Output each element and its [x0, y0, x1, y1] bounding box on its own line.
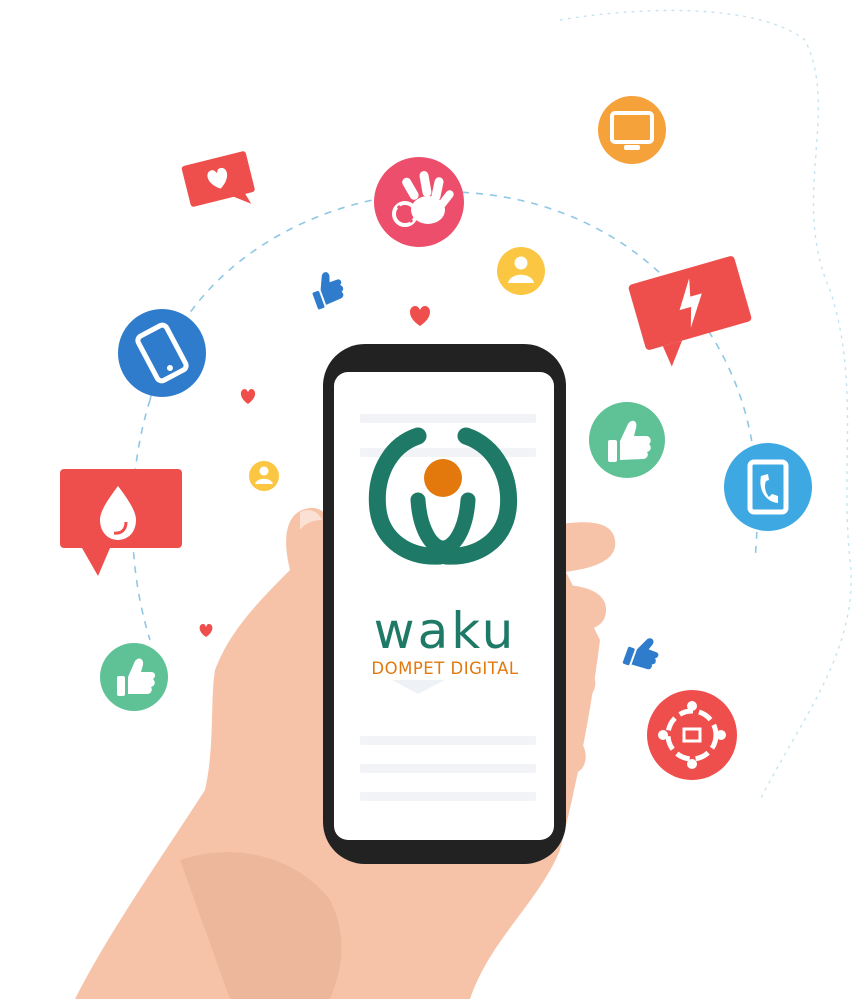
recycle-people-icon — [647, 690, 737, 780]
thumbs-up-icon-lower — [100, 643, 168, 711]
telephone-icon — [724, 443, 812, 531]
lightning-chat-bubble-icon — [628, 256, 752, 367]
water-drop-chat-bubble-icon — [60, 469, 182, 576]
brand-name: waku — [374, 602, 517, 660]
brand-tagline: DOMPET DIGITAL — [371, 659, 518, 678]
user-badge-icon — [497, 247, 545, 295]
user-badge-icon-small — [249, 461, 279, 491]
illustration: waku DOMPET DIGITAL — [60, 9, 852, 999]
tv-monitor-icon — [598, 96, 666, 164]
heart-icon — [199, 624, 213, 637]
heart-icon — [409, 306, 431, 326]
thumbs-up-icon — [589, 402, 665, 478]
heart-chat-bubble-icon — [181, 151, 255, 207]
heart-icon — [240, 389, 256, 404]
mobile-phone-icon — [118, 309, 206, 397]
hand-wave-icon — [374, 157, 464, 247]
thumbs-up-icon-small-right — [622, 638, 659, 670]
thumbs-up-icon-small — [312, 272, 344, 310]
